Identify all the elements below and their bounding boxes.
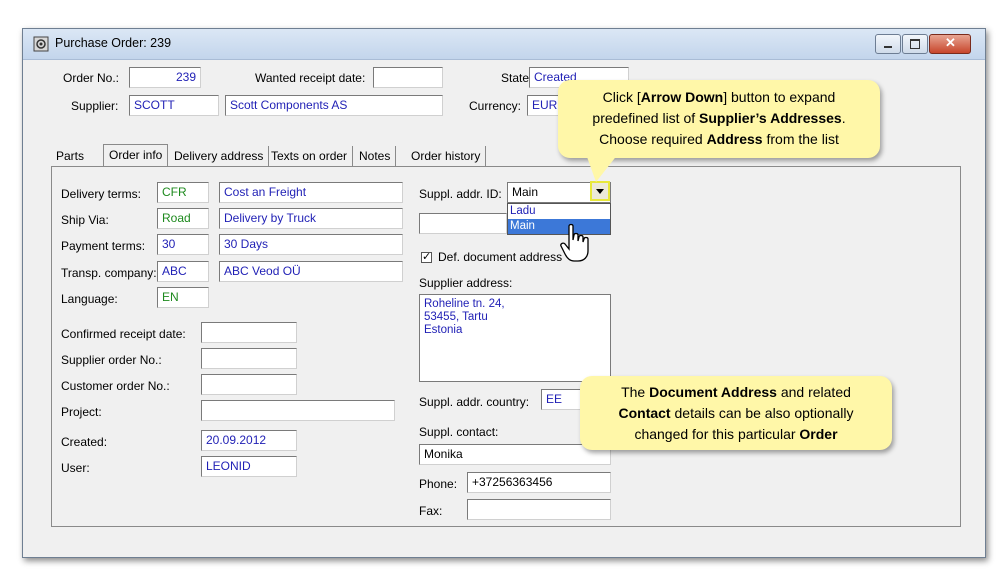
def-document-address-checkbox[interactable]: ✓ xyxy=(421,252,432,263)
user-label: User: xyxy=(61,461,90,475)
tab-order-history[interactable]: Order history xyxy=(406,146,487,166)
payment-terms-desc-field[interactable]: 30 Days xyxy=(219,234,403,255)
wanted-date-field[interactable] xyxy=(373,67,443,88)
arrow-down-callout: Click [Arrow Down] button to expand pred… xyxy=(558,80,880,182)
suppl-addr-id-value: Main xyxy=(512,185,539,199)
supplier-order-label: Supplier order No.: xyxy=(61,353,162,367)
project-field[interactable] xyxy=(201,400,395,421)
currency-label: Currency: xyxy=(469,99,522,113)
suppl-addr-id-label: Suppl. addr. ID: xyxy=(419,187,502,201)
customer-order-field[interactable] xyxy=(201,374,297,395)
transp-company-code-field[interactable]: ABC xyxy=(157,261,209,282)
customer-order-label: Customer order No.: xyxy=(61,379,170,393)
delivery-terms-desc-field[interactable]: Cost an Freight xyxy=(219,182,403,203)
maximize-button[interactable] xyxy=(902,34,928,54)
arrow-down-button[interactable] xyxy=(590,181,610,201)
confirmed-date-label: Confirmed receipt date: xyxy=(61,327,186,341)
order-no-field[interactable]: 239 xyxy=(129,67,201,88)
phone-label: Phone: xyxy=(419,477,458,491)
supplier-code-field[interactable]: SCOTT xyxy=(129,95,219,116)
supplier-address-textarea[interactable]: Roheline tn. 24, 53455, Tartu Estonia xyxy=(419,294,611,382)
transp-company-desc-field[interactable]: ABC Veod OÜ xyxy=(219,261,403,282)
app-icon xyxy=(33,36,49,52)
suppl-addr-name-field[interactable] xyxy=(419,213,507,234)
language-field[interactable]: EN xyxy=(157,287,209,308)
fax-label: Fax: xyxy=(419,504,443,518)
tab-delivery-address[interactable]: Delivery address xyxy=(169,146,270,166)
supplier-name-field[interactable]: Scott Components AS xyxy=(225,95,443,116)
delivery-terms-code-field[interactable]: CFR xyxy=(157,182,209,203)
created-label: Created: xyxy=(61,435,108,449)
language-label: Language: xyxy=(61,292,118,306)
fax-field[interactable] xyxy=(467,499,611,520)
supplier-label: Supplier: xyxy=(71,99,119,113)
chevron-down-icon xyxy=(596,189,604,194)
confirmed-date-field[interactable] xyxy=(201,322,297,343)
suppl-addr-country-label: Suppl. addr. country: xyxy=(419,395,530,409)
document-address-callout-text: The Document Address and related Contact… xyxy=(618,384,854,442)
order-no-label: Order No.: xyxy=(63,71,120,85)
wanted-date-label: Wanted receipt date: xyxy=(255,71,366,85)
supplier-order-field[interactable] xyxy=(201,348,297,369)
project-label: Project: xyxy=(61,405,102,419)
address-option-ladu[interactable]: Ladu xyxy=(508,204,610,219)
tab-order-info[interactable]: Order info xyxy=(103,144,169,166)
arrow-down-callout-text: Click [Arrow Down] button to expand pred… xyxy=(592,89,846,147)
hand-cursor-icon xyxy=(560,223,589,262)
minimize-icon xyxy=(884,46,892,48)
tab-texts-on-order[interactable]: Texts on order xyxy=(266,146,354,166)
user-field[interactable]: LEONID xyxy=(201,456,297,477)
close-icon: ✕ xyxy=(945,35,956,50)
callout-pointer xyxy=(586,154,618,182)
created-field[interactable]: 20.09.2012 xyxy=(201,430,297,451)
transp-company-label: Transp. company: xyxy=(61,266,157,280)
document-address-callout: The Document Address and related Contact… xyxy=(580,376,892,450)
payment-terms-label: Payment terms: xyxy=(61,239,146,253)
phone-field[interactable]: +37256363456 xyxy=(467,472,611,493)
ship-via-desc-field[interactable]: Delivery by Truck xyxy=(219,208,403,229)
suppl-addr-country-field[interactable]: EE xyxy=(541,389,581,410)
tab-notes[interactable]: Notes xyxy=(354,146,397,166)
window-title: Purchase Order: 239 xyxy=(55,36,172,50)
tab-parts[interactable]: Parts xyxy=(51,146,89,166)
def-document-address-label: Def. document address xyxy=(438,250,563,264)
supplier-address-label: Supplier address: xyxy=(419,276,513,290)
suppl-contact-label: Suppl. contact: xyxy=(419,425,499,439)
delivery-terms-label: Delivery terms: xyxy=(61,187,142,201)
title-bar: Purchase Order: 239 ✕ xyxy=(23,29,985,60)
payment-terms-code-field[interactable]: 30 xyxy=(157,234,209,255)
ship-via-label: Ship Via: xyxy=(61,213,109,227)
maximize-icon xyxy=(910,39,920,49)
minimize-button[interactable] xyxy=(875,34,901,54)
close-button[interactable]: ✕ xyxy=(929,34,971,54)
state-label: State: xyxy=(501,71,533,85)
suppl-contact-field[interactable]: Monika xyxy=(419,444,611,465)
ship-via-code-field[interactable]: Road xyxy=(157,208,209,229)
